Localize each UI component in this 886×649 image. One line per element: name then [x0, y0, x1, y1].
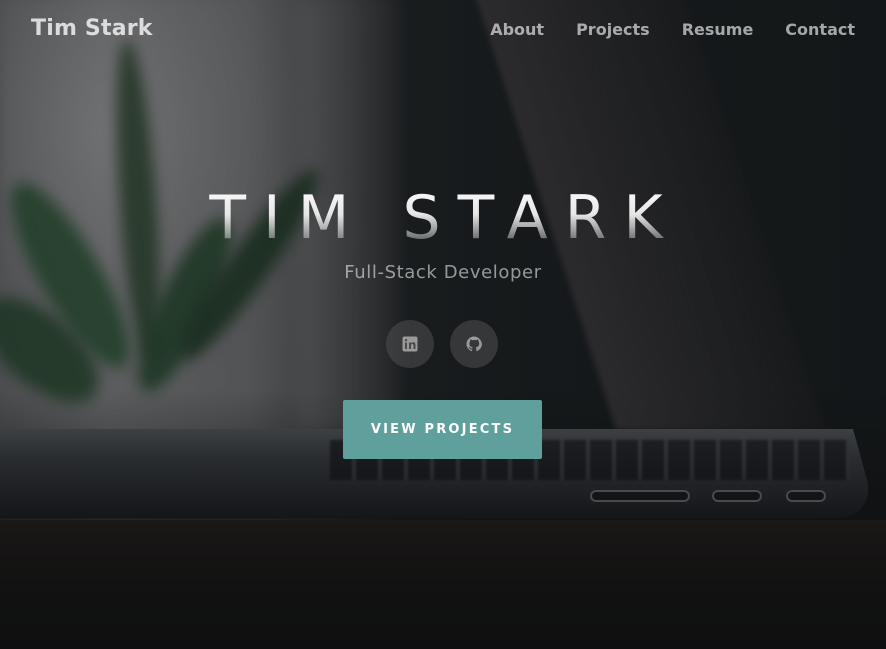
nav-link-contact[interactable]: Contact: [785, 20, 855, 39]
github-icon: [466, 336, 482, 352]
view-projects-button[interactable]: VIEW PROJECTS: [343, 400, 542, 459]
hero-title: TIM STARK: [0, 183, 872, 253]
top-navigation: Tim Stark About Projects Resume Contact: [0, 0, 886, 60]
hero-subtitle: Full-Stack Developer: [344, 262, 542, 283]
nav-link-resume[interactable]: Resume: [682, 20, 754, 39]
github-button[interactable]: [450, 320, 498, 368]
nav-links: About Projects Resume Contact: [490, 20, 855, 39]
linkedin-icon: [402, 336, 418, 352]
nav-link-projects[interactable]: Projects: [576, 20, 650, 39]
linkedin-button[interactable]: [386, 320, 434, 368]
nav-link-about[interactable]: About: [490, 20, 544, 39]
brand-logo-link[interactable]: Tim Stark: [31, 16, 153, 41]
social-links: [386, 320, 498, 368]
